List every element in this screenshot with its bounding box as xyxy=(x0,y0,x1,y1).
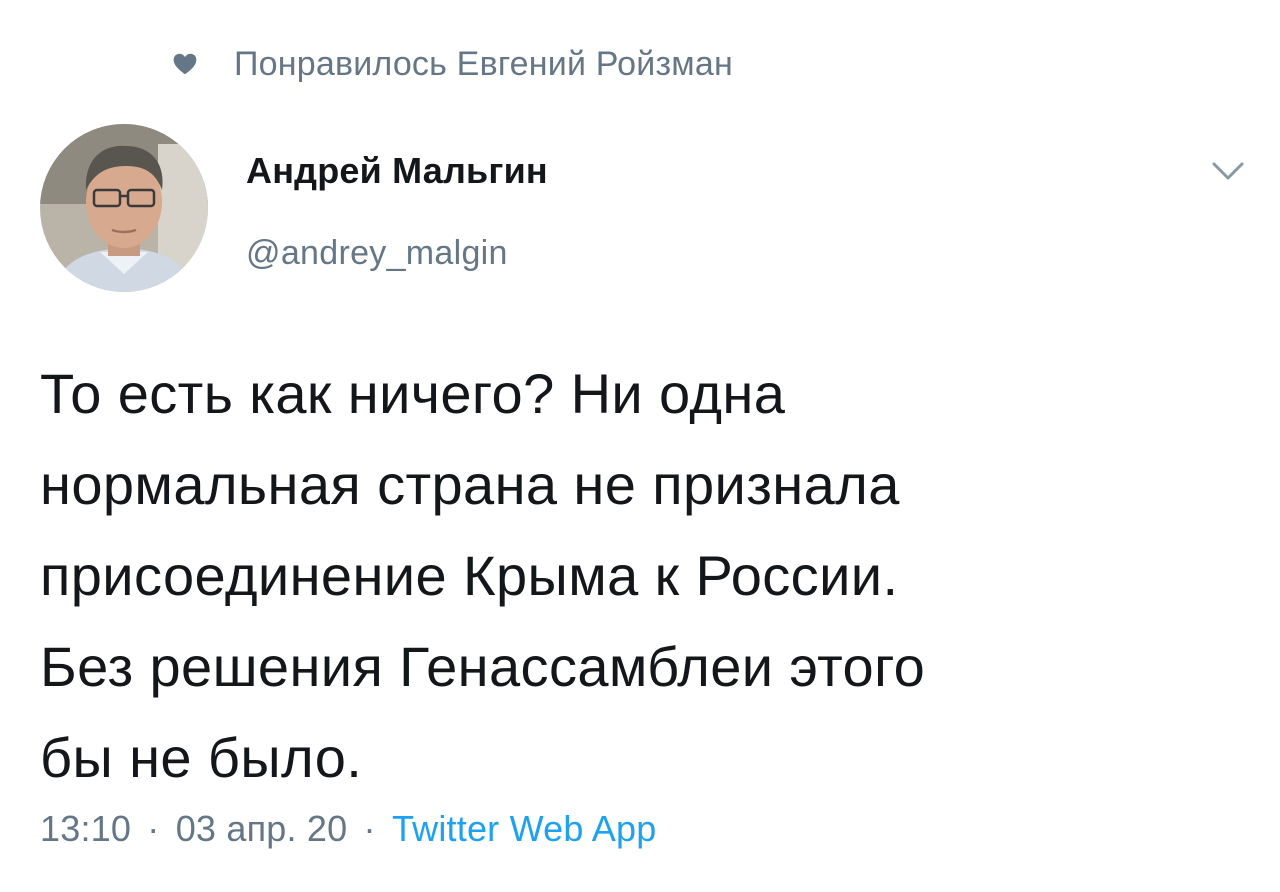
heart-icon xyxy=(172,51,198,77)
tweet-time[interactable]: 13:10 xyxy=(40,808,131,849)
tweet-source-link[interactable]: Twitter Web App xyxy=(392,808,656,849)
avatar[interactable] xyxy=(40,124,208,292)
tweet-meta: 13:10 · 03 апр. 20 · Twitter Web App xyxy=(40,808,656,850)
meta-separator: · xyxy=(363,808,376,849)
author-name[interactable]: Андрей Мальгин xyxy=(246,150,548,192)
social-context[interactable]: Понравилось Евгений Ройзман xyxy=(172,42,733,86)
tweet-date[interactable]: 03 апр. 20 xyxy=(176,808,348,849)
meta-separator: · xyxy=(147,808,160,849)
author-handle[interactable]: @andrey_malgin xyxy=(246,234,508,273)
chevron-down-icon[interactable] xyxy=(1208,156,1248,186)
tweet-text: То есть как ничего? Ни одна нормальная с… xyxy=(40,362,926,789)
social-context-text: Понравилось Евгений Ройзман xyxy=(234,44,733,83)
